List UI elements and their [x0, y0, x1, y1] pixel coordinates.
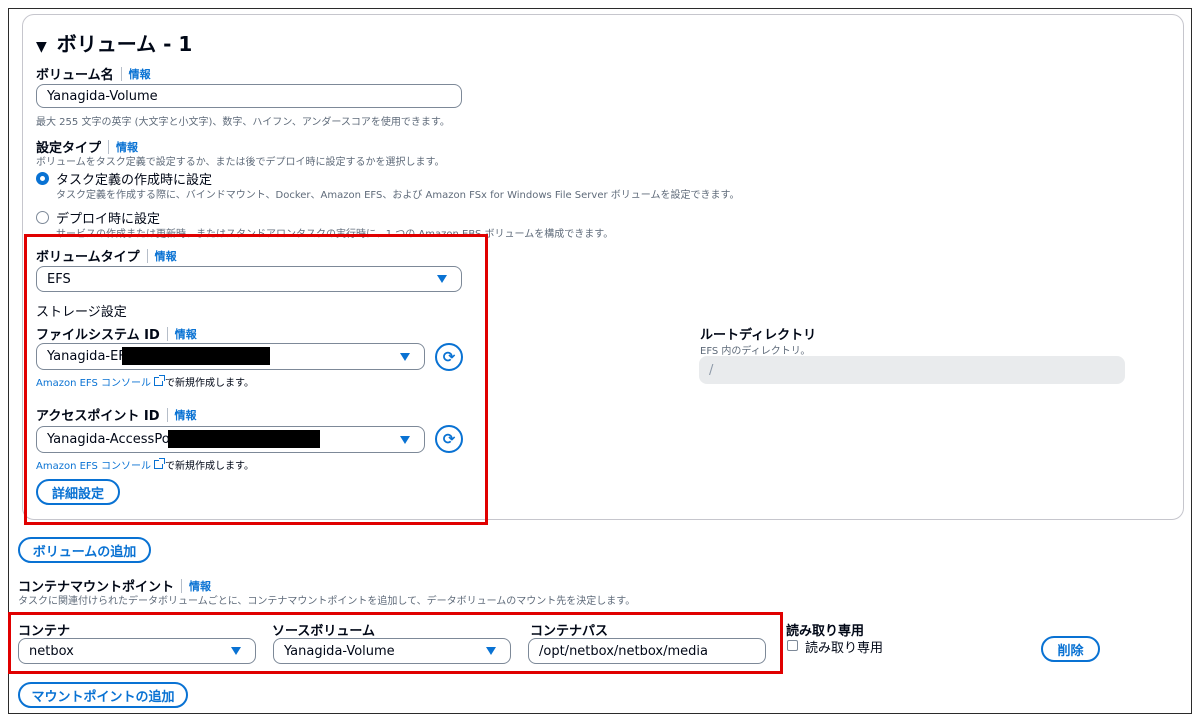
- add-volume-button[interactable]: ボリュームの追加: [18, 537, 151, 563]
- info-link[interactable]: 情報: [155, 248, 177, 264]
- col-source-header: ソースボリューム: [272, 624, 375, 639]
- refresh-icon[interactable]: ⟳: [435, 343, 463, 371]
- info-link[interactable]: 情報: [129, 66, 151, 82]
- info-link[interactable]: 情報: [175, 326, 197, 342]
- expand-triangle-icon: ▼: [36, 39, 47, 55]
- volume-name-input[interactable]: Yanagida-Volume: [36, 84, 462, 108]
- mount-points-desc: タスクに関連付けられたデータボリュームごとに、コンテナマウントポイントを追加して…: [18, 596, 636, 607]
- caret-down-icon: [400, 435, 410, 444]
- add-mount-point-button[interactable]: マウントポイントの追加: [18, 682, 188, 708]
- radio-task-definition[interactable]: [36, 172, 49, 185]
- volume-type-select[interactable]: EFS: [36, 266, 462, 292]
- redaction-bar: [122, 347, 270, 365]
- caret-down-icon: [437, 275, 447, 283]
- external-link-icon: [154, 458, 166, 469]
- root-dir-input: /: [699, 356, 1125, 384]
- container-path-input[interactable]: /opt/netbox/netbox/media: [528, 638, 766, 664]
- refresh-icon[interactable]: ⟳: [435, 425, 463, 453]
- caret-down-icon: [231, 647, 241, 655]
- container-select[interactable]: netbox: [18, 638, 256, 664]
- storage-settings-heading: ストレージ設定: [36, 305, 127, 320]
- caret-down-icon: [486, 647, 496, 655]
- root-dir-desc: EFS 内のディレクトリ。: [700, 346, 811, 357]
- readonly-checkbox[interactable]: [787, 640, 798, 651]
- caret-down-icon: [400, 352, 410, 361]
- fs-id-label: ファイルシステム ID 情報: [36, 326, 197, 343]
- col-path-header: コンテナパス: [530, 624, 609, 639]
- volume-type-label: ボリュームタイプ 情報: [36, 248, 177, 265]
- efs-console-link[interactable]: Amazon EFS コンソール で新規作成します。: [36, 457, 254, 472]
- radio-task-definition-desc: タスク定義を作成する際に、バインドマウント、Docker、Amazon EFS、…: [56, 190, 740, 201]
- delete-button[interactable]: 削除: [1041, 636, 1100, 662]
- root-dir-label: ルートディレクトリ: [700, 328, 817, 343]
- source-volume-select[interactable]: Yanagida-Volume: [273, 638, 511, 664]
- volume-section-title[interactable]: ▼ ボリューム - 1: [36, 28, 192, 57]
- ap-id-label: アクセスポイント ID 情報: [36, 407, 197, 424]
- advanced-settings-button[interactable]: 詳細設定: [36, 479, 120, 505]
- config-type-desc: ボリュームをタスク定義で設定するか、または後でデプロイ時に設定するかを選択します…: [36, 157, 445, 168]
- volume-name-hint: 最大 255 文字の英字 (大文字と小文字)、数字、ハイフン、アンダースコアを使…: [36, 117, 450, 128]
- efs-console-link[interactable]: Amazon EFS コンソール で新規作成します。: [36, 374, 254, 389]
- col-container-header: コンテナ: [18, 624, 71, 639]
- external-link-icon: [154, 375, 166, 386]
- radio-deploy-time[interactable]: [36, 211, 49, 224]
- info-link[interactable]: 情報: [175, 407, 197, 423]
- volume-name-label: ボリューム名 情報: [36, 66, 151, 83]
- readonly-checkbox-label: 読み取り専用: [805, 641, 884, 656]
- redaction-bar: [168, 430, 320, 448]
